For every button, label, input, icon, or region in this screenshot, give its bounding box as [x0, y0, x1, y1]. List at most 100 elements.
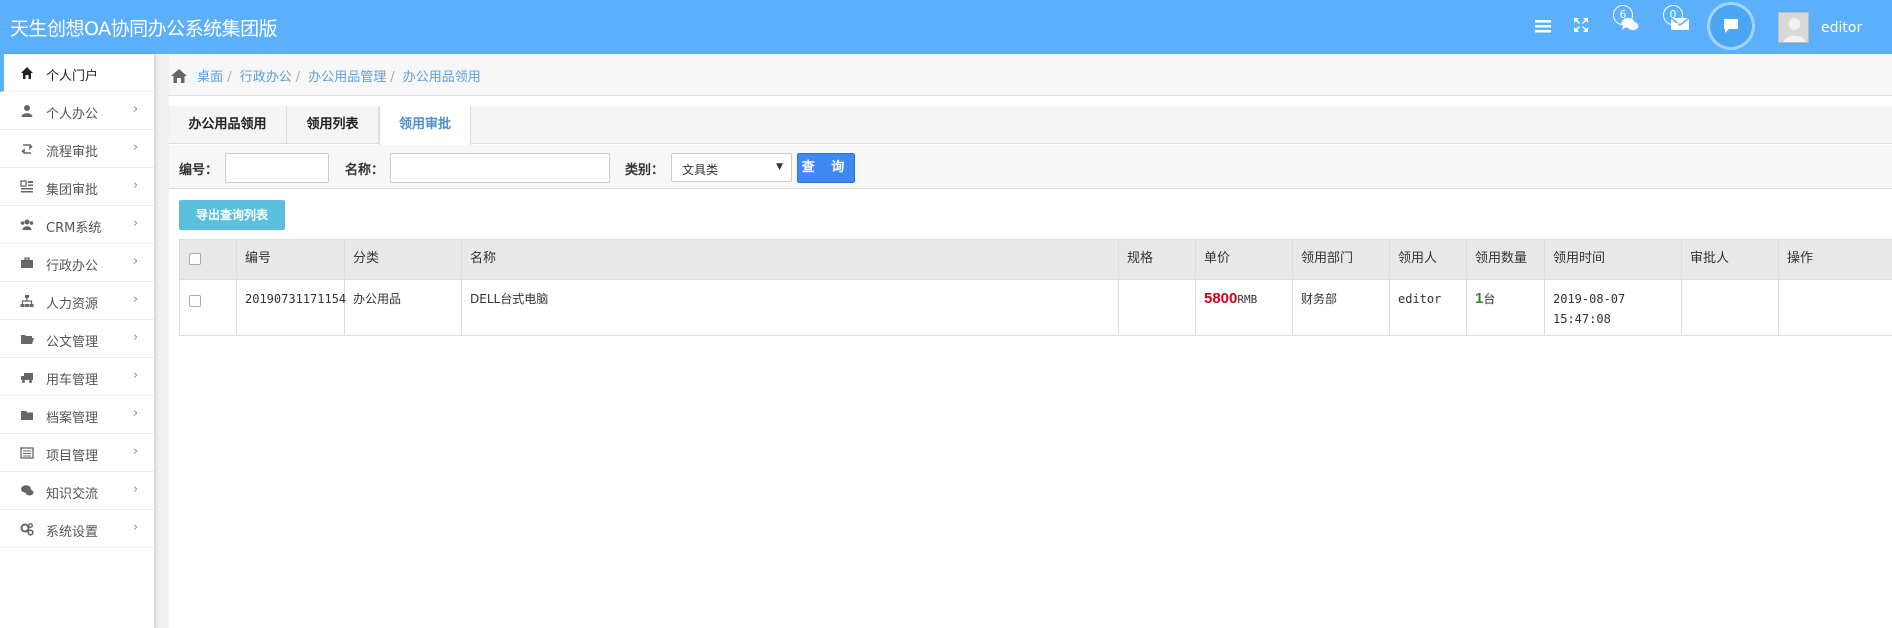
app-title: 天生创想OA协同办公系统集团版: [10, 18, 278, 40]
chevron-right-icon: ›: [133, 406, 139, 421]
sidebar-item-label: 项目管理: [46, 449, 99, 464]
code-input[interactable]: [225, 153, 329, 183]
sidebar-item-documents[interactable]: 公文管理 ›: [0, 320, 154, 358]
code-label: 编号：: [179, 163, 219, 178]
sidebar-item-settings[interactable]: 系统设置 ›: [0, 510, 154, 548]
header-action: 操作: [1787, 251, 1814, 266]
menu-icon[interactable]: [1534, 17, 1554, 37]
breadcrumb-bar: 桌面 / 行政办公 / 办公用品管理 / 办公用品领用: [169, 54, 1892, 96]
chevron-right-icon: ›: [133, 178, 139, 193]
sidebar-item-label: 行政办公: [46, 259, 99, 274]
export-list-button[interactable]: 导出查询列表: [179, 200, 285, 230]
folder-open-icon: [21, 335, 34, 344]
sidebar-item-label: 系统设置: [46, 525, 99, 540]
truck-icon: [21, 373, 33, 383]
tab-bar: 办公用品领用 领用列表 领用审批: [169, 106, 1892, 145]
header-code: 编号: [237, 240, 345, 279]
chevron-right-icon: ›: [133, 140, 139, 155]
chat-notifications-icon[interactable]: 6: [1613, 5, 1641, 37]
quantity-unit: 台: [1483, 292, 1496, 306]
sidebar-item-label: 集团审批: [46, 183, 99, 198]
tab-supplies-requisition[interactable]: 办公用品领用: [169, 106, 287, 144]
sidebar-item-label: 人力资源: [46, 297, 99, 312]
header-department: 领用部门: [1293, 240, 1390, 279]
sidebar-item-label: 个人办公: [46, 107, 99, 122]
cell-department: 财务部: [1293, 280, 1390, 335]
chevron-right-icon: ›: [133, 254, 139, 269]
type-select-value: 文具类: [682, 163, 719, 177]
price-value: 5800: [1204, 290, 1238, 307]
sidebar-item-personal-portal[interactable]: 个人门户: [0, 54, 154, 92]
type-label: 类别：: [625, 163, 665, 178]
chevron-right-icon: ›: [133, 102, 139, 117]
header-quantity: 领用数量: [1467, 240, 1545, 279]
fullscreen-icon[interactable]: [1573, 17, 1593, 37]
user-icon: [21, 105, 33, 117]
briefcase-icon: [21, 257, 33, 268]
top-bar: 天生创想OA协同办公系统集团版 6 0 editor: [0, 0, 1892, 54]
sidebar-item-label: 流程审批: [46, 145, 99, 160]
folder-icon: [21, 411, 33, 420]
cell-category: 办公用品: [345, 280, 462, 335]
chevron-right-icon: ›: [133, 216, 139, 231]
sidebar-item-label: 个人门户: [46, 69, 99, 84]
header-price: 单价: [1196, 240, 1293, 279]
sidebar-item-personal-office[interactable]: 个人办公 ›: [0, 92, 154, 130]
header-approver: 审批人: [1682, 240, 1779, 279]
username[interactable]: editor: [1821, 20, 1862, 36]
mail-icon[interactable]: 0: [1663, 5, 1691, 37]
header-recipient: 领用人: [1390, 240, 1467, 279]
cell-name: DELL台式电脑: [462, 280, 1119, 335]
sidebar-item-hr[interactable]: 人力资源 ›: [0, 282, 154, 320]
row-checkbox[interactable]: [189, 295, 201, 307]
sidebar-item-crm[interactable]: CRM系统 ›: [0, 206, 154, 244]
retweet-icon: [21, 144, 33, 154]
select-all-checkbox[interactable]: [189, 253, 201, 265]
time-date: 2019-08-07: [1553, 292, 1626, 306]
sidebar-item-admin-office[interactable]: 行政办公 ›: [0, 244, 154, 282]
breadcrumb-item-desktop[interactable]: 桌面: [197, 70, 223, 85]
sidebar-item-vehicles[interactable]: 用车管理 ›: [0, 358, 154, 396]
sidebar-item-archives[interactable]: 档案管理 ›: [0, 396, 154, 434]
chevron-right-icon: ›: [133, 444, 139, 459]
breadcrumb-item-supplies-requisition[interactable]: 办公用品领用: [403, 70, 481, 85]
comment-icon: [1724, 19, 1738, 33]
chevron-right-icon: ›: [133, 520, 139, 535]
sidebar-item-workflow[interactable]: 流程审批 ›: [0, 130, 154, 168]
header-time: 领用时间: [1545, 240, 1682, 279]
tab-requisition-approval[interactable]: 领用审批: [379, 106, 471, 145]
cell-approver: [1682, 280, 1779, 335]
sidebar-item-group-approval[interactable]: 集团审批 ›: [0, 168, 154, 206]
price-unit: RMB: [1237, 293, 1258, 306]
sidebar-item-projects[interactable]: 项目管理 ›: [0, 434, 154, 472]
breadcrumb: 桌面 / 行政办公 / 办公用品管理 / 办公用品领用: [171, 66, 481, 85]
query-button[interactable]: 查 询: [797, 153, 855, 183]
sidebar-item-label: CRM系统: [46, 221, 102, 236]
sitemap-icon: [20, 295, 34, 307]
sidebar-item-label: 用车管理: [46, 373, 99, 388]
cell-price: 5800RMB: [1196, 280, 1293, 335]
cogs-icon: [20, 523, 34, 536]
avatar[interactable]: [1778, 12, 1809, 43]
name-input[interactable]: [390, 153, 610, 183]
grid-icon: [20, 180, 33, 193]
name-label: 名称：: [345, 163, 385, 178]
breadcrumb-item-admin-office[interactable]: 行政办公: [240, 70, 292, 85]
caret-down-icon: ▼: [776, 162, 783, 172]
table-header: 编号 分类 名称 规格 单价 领用部门 领用人 领用数量 领用时间 审批人 操作: [180, 240, 1892, 280]
cell-code: 20190731171154: [237, 280, 346, 335]
home-icon: [21, 67, 33, 79]
users-icon: [20, 219, 34, 230]
tab-requisition-list[interactable]: 领用列表: [287, 106, 379, 144]
chat-button[interactable]: [1710, 5, 1752, 47]
list-icon: [20, 447, 34, 459]
type-select[interactable]: 文具类 ▼: [671, 153, 792, 182]
header-category: 分类: [345, 240, 462, 279]
chevron-right-icon: ›: [133, 482, 139, 497]
sidebar-item-label: 档案管理: [46, 411, 99, 426]
main-content: 桌面 / 行政办公 / 办公用品管理 / 办公用品领用 办公用品领用 领用列表 领用审…: [169, 54, 1892, 628]
sidebar-item-label: 知识交流: [46, 487, 99, 502]
breadcrumb-item-supplies-management[interactable]: 办公用品管理: [308, 70, 386, 85]
header-name: 名称: [462, 240, 1119, 279]
sidebar-item-knowledge[interactable]: 知识交流 ›: [0, 472, 154, 510]
